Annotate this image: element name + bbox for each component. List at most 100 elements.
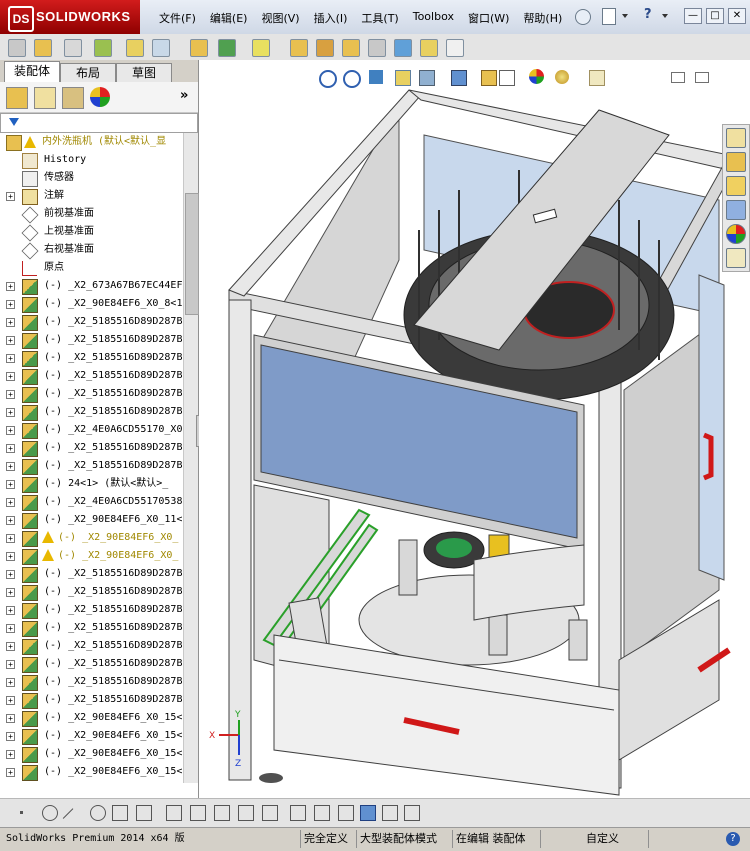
- expand-toggle-icon[interactable]: +: [6, 282, 15, 291]
- show-hidden-icon[interactable]: [190, 39, 208, 57]
- exploded-view-icon[interactable]: [342, 39, 360, 57]
- explode-line-sketch-icon[interactable]: [368, 39, 386, 57]
- help-icon[interactable]: ?: [644, 8, 658, 22]
- trim-icon[interactable]: [112, 805, 128, 821]
- expand-toggle-icon[interactable]: +: [6, 660, 15, 669]
- assembly-icon[interactable]: [8, 39, 26, 57]
- expand-toggle-icon[interactable]: +: [6, 480, 15, 489]
- expand-toggle-icon[interactable]: +: [6, 624, 15, 633]
- feature-manager-icon[interactable]: [6, 87, 28, 109]
- property-manager-icon[interactable]: [34, 87, 56, 109]
- minimize-button[interactable]: —: [684, 8, 702, 24]
- menu-view[interactable]: 视图(V): [254, 10, 306, 26]
- resources-icon[interactable]: [726, 128, 746, 148]
- expand-toggle-icon[interactable]: +: [6, 498, 15, 507]
- tree-item[interactable]: + (-) _X2_5185516D89D287B: [0, 439, 182, 457]
- tree-item[interactable]: + (-) _X2_5185516D89D287B: [0, 673, 182, 691]
- expand-toggle-icon[interactable]: +: [6, 336, 15, 345]
- tree-item[interactable]: 右视基准面: [0, 241, 182, 260]
- mate-icon[interactable]: [64, 39, 82, 57]
- tree-item[interactable]: + 注解: [0, 187, 182, 205]
- new-document-icon[interactable]: [602, 8, 616, 25]
- tree-item[interactable]: + (-) _X2_5185516D89D287B: [0, 601, 182, 619]
- display-manager-icon[interactable]: [90, 87, 110, 107]
- expand-toggle-icon[interactable]: +: [6, 408, 15, 417]
- tree-filter[interactable]: [0, 113, 198, 133]
- file-explorer-icon[interactable]: [726, 176, 746, 196]
- circle-icon[interactable]: [42, 805, 58, 821]
- chevron-down-icon[interactable]: [662, 14, 668, 18]
- chevron-down-icon[interactable]: [622, 14, 628, 18]
- display-style-shaded-icon[interactable]: [360, 805, 376, 821]
- expand-panel-icon[interactable]: »: [180, 88, 188, 103]
- expand-toggle-icon[interactable]: +: [6, 570, 15, 579]
- expand-toggle-icon[interactable]: +: [6, 714, 15, 723]
- expand-toggle-icon[interactable]: +: [6, 390, 15, 399]
- tree-item[interactable]: + (-) _X2_90E84EF6_X0_15<: [0, 727, 182, 745]
- expand-toggle-icon[interactable]: +: [6, 606, 15, 615]
- tree-item[interactable]: + (-) _X2_5185516D89D287B: [0, 457, 182, 475]
- tree-item[interactable]: + (-) _X2_90E84EF6_X0_: [0, 529, 182, 547]
- menu-help[interactable]: 帮助(H): [516, 10, 569, 26]
- menu-window[interactable]: 窗口(W): [461, 10, 516, 26]
- tree-item[interactable]: + (-) _X2_4E0A6CD55170538: [0, 493, 182, 511]
- expand-toggle-icon[interactable]: +: [6, 678, 15, 687]
- offset-icon[interactable]: [166, 805, 182, 821]
- dimension-icon[interactable]: [290, 805, 306, 821]
- line-icon[interactable]: [62, 808, 84, 829]
- grid-icon[interactable]: [314, 805, 330, 821]
- expand-toggle-icon[interactable]: +: [6, 192, 15, 201]
- tab-assembly[interactable]: 装配体: [4, 61, 60, 83]
- expand-toggle-icon[interactable]: +: [6, 750, 15, 759]
- view-palette-icon[interactable]: [726, 200, 746, 220]
- tree-item[interactable]: + (-) _X2_90E84EF6_X0_15<: [0, 709, 182, 727]
- expand-toggle-icon[interactable]: +: [6, 732, 15, 741]
- expand-toggle-icon[interactable]: +: [6, 696, 15, 705]
- tree-item[interactable]: + (-) _X2_5185516D89D287B: [0, 331, 182, 349]
- tree-root-assembly[interactable]: 内外洗瓶机 (默认<默认_显: [0, 133, 182, 151]
- new-motion-study-icon[interactable]: [290, 39, 308, 57]
- table-icon[interactable]: [404, 805, 420, 821]
- tab-layout[interactable]: 布局: [60, 63, 116, 82]
- menu-toolbox[interactable]: Toolbox: [406, 10, 461, 26]
- scrollbar-thumb[interactable]: [185, 193, 199, 315]
- tree-item[interactable]: + (-) _X2_5185516D89D287B: [0, 637, 182, 655]
- assembly-features-icon[interactable]: [218, 39, 236, 57]
- expand-toggle-icon[interactable]: +: [6, 372, 15, 381]
- move-component-icon[interactable]: [152, 39, 170, 57]
- rapid-sketch-icon[interactable]: [262, 805, 278, 821]
- maximize-button[interactable]: □: [706, 8, 724, 24]
- solidworks-logo[interactable]: DS SOLIDWORKS: [0, 0, 140, 34]
- tree-item[interactable]: + (-) _X2_5185516D89D287B: [0, 403, 182, 421]
- expand-toggle-icon[interactable]: +: [6, 444, 15, 453]
- machine-model[interactable]: X Y Z: [199, 60, 750, 798]
- tree-item[interactable]: 原点: [0, 259, 182, 277]
- bill-of-materials-icon[interactable]: [316, 39, 334, 57]
- graphics-viewport[interactable]: X Y Z: [199, 60, 750, 798]
- tree-item[interactable]: + (-) _X2_5185516D89D287B: [0, 619, 182, 637]
- tree-item[interactable]: 上视基准面: [0, 223, 182, 242]
- smart-dimension-icon[interactable]: [214, 805, 230, 821]
- tree-item[interactable]: + (-) 24<1> (默认<默认>_: [0, 475, 182, 493]
- design-library-icon[interactable]: [726, 152, 746, 172]
- menu-insert[interactable]: 插入(I): [307, 10, 355, 26]
- menu-tools[interactable]: 工具(T): [354, 10, 405, 26]
- tree-item[interactable]: + (-) _X2_90E84EF6_X0_15<: [0, 763, 182, 781]
- expand-toggle-icon[interactable]: +: [6, 426, 15, 435]
- instant3d-icon[interactable]: [446, 39, 464, 57]
- clearance-verification-icon[interactable]: [420, 39, 438, 57]
- tree-item[interactable]: + (-) _X2_673A67B67EC44EF: [0, 277, 182, 295]
- expand-toggle-icon[interactable]: +: [6, 318, 15, 327]
- tree-item[interactable]: History: [0, 151, 182, 169]
- mirror-icon[interactable]: [136, 805, 152, 821]
- convert-entities-icon[interactable]: [190, 805, 206, 821]
- interference-detection-icon[interactable]: [394, 39, 412, 57]
- filter-icon[interactable]: [9, 118, 19, 126]
- tree-item[interactable]: + (-) _X2_5185516D89D287B: [0, 313, 182, 331]
- tree-item[interactable]: + (-) _X2_5185516D89D287B: [0, 367, 182, 385]
- expand-toggle-icon[interactable]: +: [6, 516, 15, 525]
- expand-toggle-icon[interactable]: +: [6, 768, 15, 777]
- pin-icon[interactable]: [575, 9, 591, 25]
- expand-toggle-icon[interactable]: +: [6, 642, 15, 651]
- linear-pattern-icon[interactable]: [94, 39, 112, 57]
